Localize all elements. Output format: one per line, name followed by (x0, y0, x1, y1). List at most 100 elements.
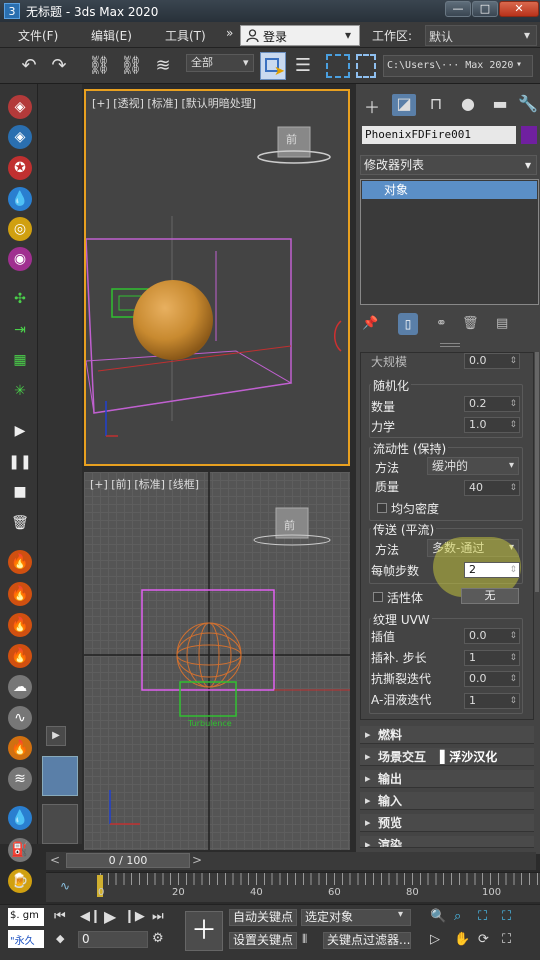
motion-tab-icon[interactable]: ● (456, 94, 480, 116)
modify-tab-icon[interactable]: ◪ (392, 94, 416, 116)
rollup-fuel[interactable]: 燃料 (360, 726, 534, 744)
hierarchy-tab-icon[interactable]: ⊓ (424, 94, 448, 116)
maxscript-listener[interactable]: $. gm (8, 908, 44, 926)
burst-icon[interactable]: ✳ (8, 379, 32, 403)
time-slider-thumb[interactable]: 0 / 100 (66, 853, 190, 868)
liquid-icon[interactable]: 💧 (8, 806, 32, 830)
active-body-checkbox[interactable] (373, 592, 383, 602)
layout-quad-button[interactable] (42, 804, 78, 844)
bucket-icon[interactable]: ⛽ (8, 838, 32, 862)
remove-modifier-icon[interactable]: 🗑 (462, 316, 479, 331)
time-config-icon[interactable]: ⚙ (152, 931, 164, 946)
nav-cube-face[interactable]: 前 (286, 131, 297, 147)
rollup-output[interactable]: 输出 (360, 770, 534, 788)
curve-editor-icon[interactable]: ∿ (60, 879, 70, 893)
play-icon[interactable]: ▶ (8, 419, 32, 443)
add-key-button[interactable]: ＋ (185, 911, 223, 951)
object-name-field[interactable]: PhoenixFDFire001 (362, 126, 516, 144)
smoke-icon[interactable]: ☁ (8, 675, 32, 699)
create-geometry-icon[interactable]: ◈ (8, 95, 32, 119)
splitter-handle[interactable] (440, 343, 460, 347)
rings-icon[interactable]: ◎ (8, 217, 32, 241)
create-box-icon[interactable]: ◈ (8, 125, 32, 149)
trash-icon[interactable]: 🗑 (8, 511, 32, 535)
prev-key-icon[interactable]: ◀❙ (80, 909, 101, 924)
select-object-button[interactable]: ➤ (260, 52, 286, 80)
next-frame-icon[interactable]: > (192, 853, 202, 867)
menu-more-chevron[interactable]: » (226, 26, 233, 40)
region-select-icon[interactable] (326, 54, 350, 78)
login-dropdown[interactable]: 登录 ▾ (240, 25, 360, 46)
zoom-extents-all-icon[interactable]: ⛶ (502, 909, 511, 924)
key-mode-icon[interactable]: ◆ (56, 932, 64, 945)
make-unique-icon[interactable]: ⚭ (436, 316, 447, 331)
fire-source-icon[interactable]: 🔥 (8, 550, 32, 574)
utilities-tab-icon[interactable]: 🔧 (516, 94, 540, 116)
fire-effect2-icon[interactable]: 🔥 (8, 736, 32, 760)
goto-end-icon[interactable]: ⏭ (152, 909, 164, 924)
selected-object-dropdown[interactable]: 选定对象 (301, 909, 411, 926)
clipped-param-spinner[interactable]: 0.0 (464, 353, 520, 369)
menu-edit[interactable]: 编辑(E) (91, 27, 132, 44)
steps-per-frame-spinner[interactable]: 2 (464, 562, 520, 578)
set-key-button[interactable]: 设置关键点 (229, 932, 298, 949)
show-end-result-icon[interactable]: ▯ (398, 313, 418, 335)
select-by-name-icon[interactable]: ☰ (292, 55, 314, 77)
close-button[interactable]: ✕ (499, 1, 539, 17)
play-animation-icon[interactable]: ▶ (104, 907, 116, 926)
goto-start-icon[interactable]: ⏮ (54, 909, 66, 924)
zoom-extents-icon[interactable]: ⛶ (478, 909, 487, 924)
interp-spinner[interactable]: 0.0 (464, 628, 520, 644)
stack-item-object[interactable]: 对象 (362, 181, 537, 199)
undo-icon[interactable]: ↶ (18, 55, 40, 77)
rollup-render[interactable]: 渲染 (360, 836, 534, 848)
zoom-icon[interactable]: 🔍 (430, 909, 446, 924)
cylinder-icon[interactable]: ◉ (8, 247, 32, 271)
window-crossing-icon[interactable] (356, 54, 376, 78)
maxscript-mini[interactable]: "永久 (8, 930, 44, 948)
auto-key-button[interactable]: 自动关键点 (229, 909, 298, 926)
amount-spinner[interactable]: 0.2 (464, 396, 520, 412)
modifier-stack[interactable]: 对象 (360, 179, 539, 305)
stop-icon[interactable]: ■ (8, 480, 32, 504)
anti-tear-spinner[interactable]: 0.0 (464, 671, 520, 687)
key-filters-button[interactable]: 关键点过滤器... (323, 932, 411, 949)
workspace-dropdown[interactable]: 默认 ▾ (425, 25, 537, 46)
fire-source2-icon[interactable]: 🔥 (8, 582, 32, 606)
rollup-input[interactable]: 输入 (360, 792, 534, 810)
maximize-button[interactable]: □ (472, 1, 498, 17)
interp-step-spinner[interactable]: 1 (464, 650, 520, 666)
beer-icon[interactable]: 🍺 (8, 869, 32, 893)
modifier-list-dropdown[interactable]: 修改器列表 ▾ (360, 155, 537, 175)
quality-spinner[interactable]: 40 (464, 480, 520, 496)
pan-icon[interactable]: ✋ (454, 932, 470, 947)
pin-stack-icon[interactable]: 📌 (362, 316, 378, 331)
trackbar[interactable]: ∿ 0 20 40 60 80 100 (46, 872, 540, 902)
unlink-icon[interactable]: ⛓ (120, 55, 143, 77)
viewport-front[interactable]: [+] [前] [标准] [线框] Turbulence 前 (84, 472, 350, 850)
checker-icon[interactable]: ▦ (8, 348, 32, 372)
fire-source3-icon[interactable]: 🔥 (8, 613, 32, 637)
nav-cube-face[interactable]: 前 (284, 517, 295, 533)
wind-icon[interactable]: ≋ (8, 767, 32, 791)
display-tab-icon[interactable]: ▬ (488, 94, 512, 116)
layout-single-button[interactable] (42, 756, 78, 796)
fluidity-method-dropdown[interactable]: 缓冲的 (427, 457, 519, 475)
minimize-button[interactable]: — (445, 1, 471, 17)
force-spinner[interactable]: 1.0 (464, 417, 520, 433)
menu-file[interactable]: 文件(F) (18, 27, 58, 44)
redo-icon[interactable]: ↷ (48, 55, 70, 77)
ablend-spinner[interactable]: 1 (464, 693, 520, 709)
zoom-all-icon[interactable]: ⌕ (454, 909, 461, 924)
selection-filter-dropdown[interactable]: 全部 ▾ (186, 54, 254, 72)
current-frame-input[interactable]: 0 (78, 931, 148, 948)
uniform-density-checkbox[interactable] (377, 503, 387, 513)
prev-frame-icon[interactable]: < (50, 853, 60, 867)
maximize-viewport-icon[interactable]: ⛶ (502, 932, 511, 947)
water-drop-icon[interactable]: 💧 (8, 187, 32, 211)
scatter-icon[interactable]: ✣ (8, 287, 32, 311)
viewport-perspective[interactable]: [+] [透视] [标准] [默认明暗处理] 前 (84, 89, 350, 466)
configure-sets-icon[interactable]: ▤ (496, 316, 508, 331)
pause-icon[interactable]: ❚❚ (8, 450, 32, 474)
align-icon[interactable]: ⇥ (8, 318, 32, 342)
